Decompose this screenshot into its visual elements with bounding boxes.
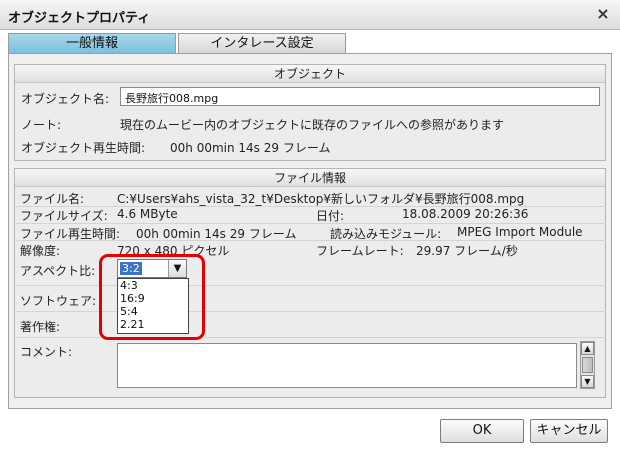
file-info-heading: ファイル情報 [15,169,605,187]
comment-textarea[interactable] [117,343,577,388]
framerate-value: 29.97 フレーム/秒 [416,244,518,258]
tab-general-info[interactable]: 一般情報 [8,33,176,53]
resolution-label: 解像度: [20,244,61,258]
object-duration-label: オブジェクト再生時間: [21,141,146,155]
object-group-heading: オブジェクト [15,65,605,83]
note-label: ノート: [21,118,62,132]
file-duration-label: ファイル再生時間: [20,227,121,241]
filesize-value: 4.6 MByte [117,207,178,221]
tab-interlace-settings[interactable]: インタレース設定 [178,33,346,53]
object-group: オブジェクト オブジェクト名: 長野旅行008.mpg ノート: 現在のムービー… [14,64,606,161]
software-label: ソフトウェア: [20,294,97,308]
date-value: 18.08.2009 20:26:36 [402,207,529,221]
comment-label: コメント: [20,345,73,359]
filename-value: C:¥Users¥ahs_vista_32_t¥Desktop¥新しいフォルダ¥… [117,192,525,206]
import-module-label: 読み込みモジュール: [330,227,442,241]
title-bar: オブジェクトプロパティ × [0,0,620,30]
scroll-thumb[interactable] [582,357,593,373]
note-value: 現在のムービー内のオブジェクトに既存のファイルへの参照があります [120,118,505,132]
copyright-label: 著作権: [20,320,61,334]
date-label: 日付: [316,209,345,223]
ok-button[interactable]: OK [440,419,524,443]
scroll-down-icon[interactable]: ▼ [581,375,594,388]
aspect-ratio-label: アスペクト比: [20,264,96,278]
file-duration-value: 00h 00min 14s 29 フレーム [136,227,297,241]
object-name-field[interactable]: 長野旅行008.mpg [120,87,600,106]
close-icon[interactable]: × [594,4,612,24]
import-module-value: MPEG Import Module [457,225,583,239]
filesize-label: ファイルサイズ: [20,209,108,223]
highlight-annotation [99,254,205,340]
scroll-up-icon[interactable]: ▲ [581,342,594,355]
object-duration-value: 00h 00min 14s 29 フレーム [170,141,331,155]
framerate-label: フレームレート: [316,244,404,258]
cancel-button[interactable]: キャンセル [530,419,608,443]
comment-scrollbar[interactable]: ▲ ▼ [580,341,595,389]
object-name-label: オブジェクト名: [21,92,110,106]
filename-label: ファイル名: [20,192,85,206]
window-title: オブジェクトプロパティ [8,11,151,26]
